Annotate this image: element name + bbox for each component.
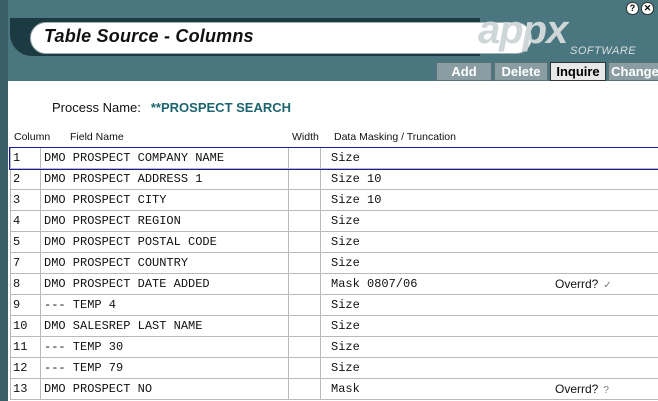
column-headers: Column Field Name Width Data Masking / T… [8, 131, 658, 145]
override-field[interactable]: Overrd?? [555, 379, 609, 401]
cell-data-masking[interactable]: Size [321, 358, 658, 378]
cell-field-name[interactable]: --- TEMP 30 [41, 337, 289, 357]
cell-field-name[interactable]: DMO SALESREP LAST NAME [41, 316, 289, 336]
cell-width[interactable] [289, 148, 321, 168]
toolbar-button-delete[interactable]: Delete [494, 62, 548, 81]
cell-width[interactable] [289, 169, 321, 189]
cell-width[interactable] [289, 232, 321, 252]
cell-field-name[interactable]: DMO PROSPECT CITY [41, 190, 289, 210]
cell-data-masking[interactable]: Size [321, 253, 658, 273]
table-row[interactable]: 3 DMO PROSPECT CITY Size 10 [10, 190, 658, 211]
cell-column[interactable]: 3 [10, 190, 41, 210]
header-data-masking: Data Masking / Truncation [334, 131, 456, 143]
cell-data-masking[interactable]: Size 10 [321, 190, 658, 210]
cell-field-name[interactable]: DMO PROSPECT POSTAL CODE [41, 232, 289, 252]
cell-width[interactable] [289, 337, 321, 357]
cell-column[interactable]: 7 [10, 253, 41, 273]
checkmark-icon[interactable]: ✓ [603, 280, 611, 291]
header-column: Column [14, 131, 51, 143]
table-row[interactable]: 12 --- TEMP 79 Size [10, 358, 658, 379]
cell-data-masking[interactable]: Size [321, 337, 658, 357]
cell-column[interactable]: 11 [10, 337, 41, 357]
cell-field-name[interactable]: DMO PROSPECT REGION [41, 211, 289, 231]
cell-width[interactable] [289, 358, 321, 378]
cell-field-name[interactable]: DMO PROSPECT NO [41, 379, 289, 399]
cell-width[interactable] [289, 253, 321, 273]
process-name-label: Process Name: [52, 100, 141, 115]
override-field[interactable]: Overrd? ✓ [555, 274, 612, 296]
question-icon[interactable]: ? [603, 385, 609, 396]
process-name: Process Name: **PROSPECT SEARCH [52, 100, 291, 115]
cell-column[interactable]: 8 [10, 274, 41, 294]
cell-column[interactable]: 4 [10, 211, 41, 231]
cell-data-masking[interactable]: Size [321, 148, 658, 168]
cell-field-name[interactable]: --- TEMP 4 [41, 295, 289, 315]
cell-field-name[interactable]: DMO PROSPECT COMPANY NAME [41, 148, 289, 168]
appx-logo: appx SOFTWARE [478, 8, 637, 60]
table-row[interactable]: 2 DMO PROSPECT ADDRESS 1 Size 10 [10, 169, 658, 190]
cell-data-masking[interactable]: Size [321, 211, 658, 231]
override-label: Overrd? [555, 277, 599, 291]
table-row[interactable]: 9 --- TEMP 4 Size [10, 295, 658, 316]
cell-data-masking[interactable]: Size 10 [321, 169, 658, 189]
action-toolbar: Add Delete Inquire Change [436, 62, 658, 81]
columns-grid: 1 DMO PROSPECT COMPANY NAME Size 2 DMO PROSP… [9, 147, 658, 400]
cell-column[interactable]: 12 [10, 358, 41, 378]
logo-word: appx [478, 8, 568, 52]
logo-sub: SOFTWARE [570, 45, 637, 57]
cell-width[interactable] [289, 295, 321, 315]
close-icon[interactable]: ✕ [641, 2, 654, 15]
cell-data-masking[interactable]: Size [321, 316, 658, 336]
header-width: Width [292, 131, 319, 143]
table-row[interactable]: 7 DMO PROSPECT COUNTRY Size [10, 253, 658, 274]
cell-column[interactable]: 10 [10, 316, 41, 336]
cell-column[interactable]: 2 [10, 169, 41, 189]
table-row[interactable]: 1 DMO PROSPECT COMPANY NAME Size [9, 147, 658, 170]
toolbar-button-add[interactable]: Add [436, 62, 492, 81]
toolbar-button-change[interactable]: Change [608, 62, 658, 81]
override-label: Overrd? [555, 382, 599, 396]
toolbar-button-inquire[interactable]: Inquire [550, 62, 606, 81]
cell-column[interactable]: 1 [10, 148, 41, 168]
cell-width[interactable] [289, 316, 321, 336]
main-content: Process Name: **PROSPECT SEARCH Column Fi… [8, 81, 658, 401]
cell-data-masking[interactable]: Size [321, 295, 658, 315]
cell-field-name[interactable]: DMO PROSPECT COUNTRY [41, 253, 289, 273]
left-border [0, 0, 8, 401]
cell-field-name[interactable]: DMO PROSPECT ADDRESS 1 [41, 169, 289, 189]
table-row[interactable]: 4 DMO PROSPECT REGION Size [10, 211, 658, 232]
cell-column[interactable]: 5 [10, 232, 41, 252]
cell-width[interactable] [289, 190, 321, 210]
table-row[interactable]: 10 DMO SALESREP LAST NAME Size [10, 316, 658, 337]
cell-width[interactable] [289, 379, 321, 399]
table-row[interactable]: 11 --- TEMP 30 Size [10, 337, 658, 358]
process-name-value: **PROSPECT SEARCH [150, 100, 292, 115]
header-field-name: Field Name [70, 131, 124, 143]
cell-data-masking[interactable]: Size [321, 232, 658, 252]
table-row[interactable]: 5 DMO PROSPECT POSTAL CODE Size [10, 232, 658, 253]
app-window: ? ✕ Table Source - Columns appx SOFTWARE… [0, 0, 658, 401]
cell-field-name[interactable]: --- TEMP 79 [41, 358, 289, 378]
table-row[interactable]: 8 DMO PROSPECT DATE ADDED Mask 0807/06 Over… [10, 274, 658, 295]
cell-field-name[interactable]: DMO PROSPECT DATE ADDED [41, 274, 289, 294]
cell-width[interactable] [289, 274, 321, 294]
cell-column[interactable]: 13 [10, 379, 41, 399]
table-row[interactable]: 13 DMO PROSPECT NO Mask Overrd?? [10, 379, 658, 400]
window-title: Table Source - Columns [44, 26, 254, 46]
cell-width[interactable] [289, 211, 321, 231]
cell-column[interactable]: 9 [10, 295, 41, 315]
